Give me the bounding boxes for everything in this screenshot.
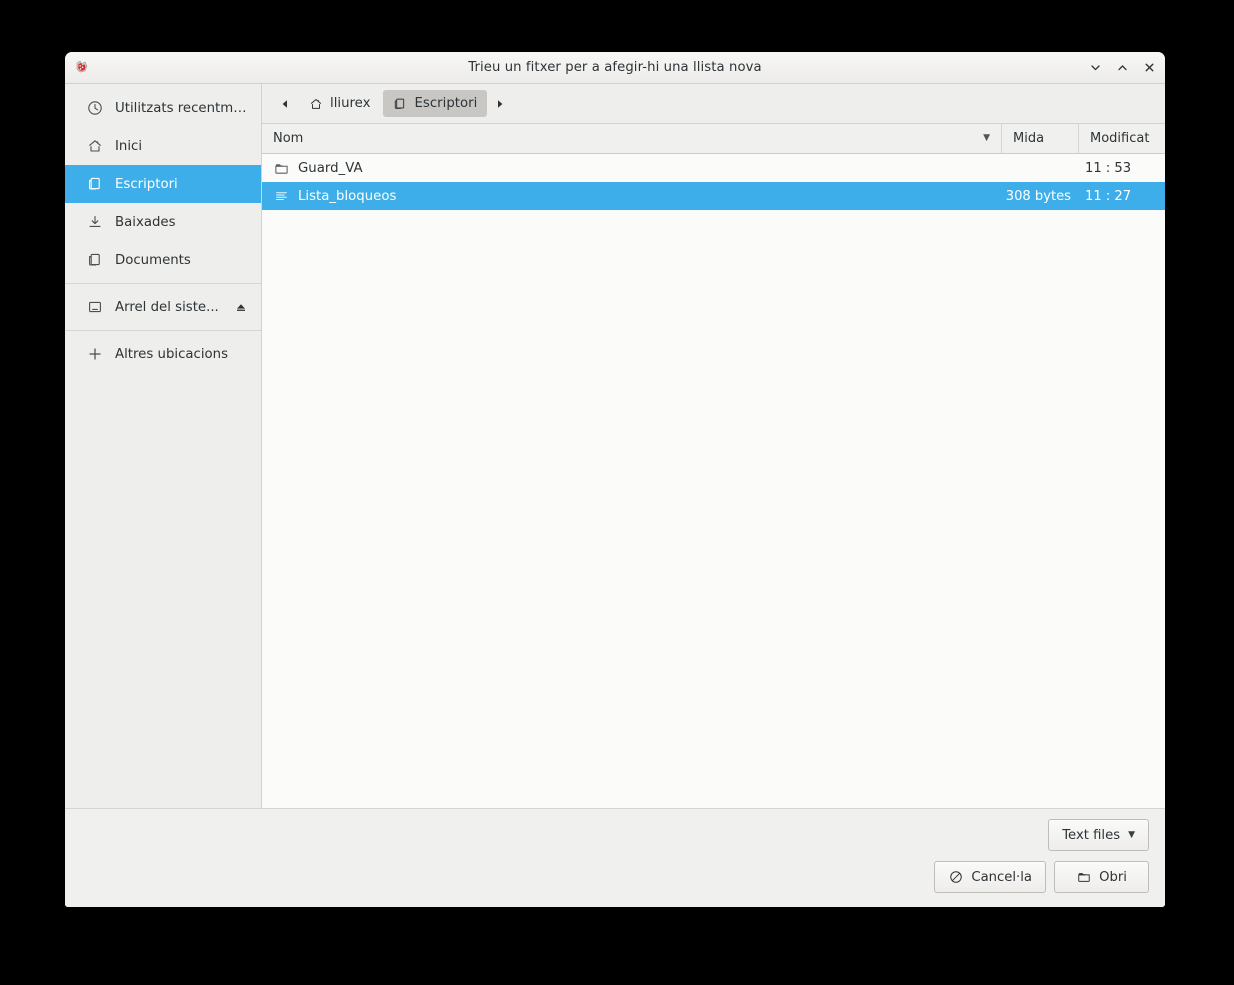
table-row[interactable]: Lista_bloqueos 308 bytes 11 : 27 (262, 182, 1165, 210)
file-name-cell: Guard_VA (262, 160, 1001, 176)
sidebar-item-label: Baixades (115, 214, 176, 230)
column-header-name[interactable]: Nom ▼ (262, 124, 1001, 153)
desktop-icon (86, 176, 103, 193)
minimize-button[interactable] (1087, 60, 1103, 76)
dialog-footer: Text files ▼ Cancel·la Obri (65, 809, 1165, 907)
file-size: 308 bytes (1005, 188, 1071, 204)
filter-row: Text files ▼ (1048, 819, 1149, 851)
file-name: Guard_VA (298, 160, 363, 176)
open-button[interactable]: Obri (1054, 861, 1149, 893)
home-icon (308, 96, 323, 111)
file-modified: 11 : 27 (1085, 188, 1132, 204)
sidebar-item-desktop[interactable]: Escriptori (65, 165, 261, 203)
desktop-icon (393, 96, 408, 111)
file-name: Lista_bloqueos (298, 188, 397, 204)
browser-pane: lliurex Escriptori Nom ▼ Mida Modificat … (262, 84, 1165, 808)
sidebar-item-recent[interactable]: Utilitzats recentment (65, 89, 261, 127)
sidebar-item-system-root[interactable]: Arrel del siste... (65, 288, 261, 326)
table-row[interactable]: Guard_VA 11 : 53 (262, 154, 1165, 182)
places-sidebar: Utilitzats recentment Inici Escriptori B… (65, 84, 262, 808)
sidebar-divider (65, 330, 261, 331)
breadcrumb-item-escriptori[interactable]: Escriptori (382, 90, 488, 117)
sidebar-item-other-locations[interactable]: Altres ubicacions (65, 335, 261, 373)
dialog-body: Utilitzats recentment Inici Escriptori B… (65, 84, 1165, 809)
breadcrumb: lliurex Escriptori (262, 84, 1165, 124)
file-list-header: Nom ▼ Mida Modificat (262, 124, 1165, 154)
open-label: Obri (1099, 869, 1127, 885)
text-file-icon (273, 188, 289, 204)
chevron-down-icon: ▼ (1128, 829, 1135, 840)
plus-icon (86, 346, 103, 363)
sidebar-item-label: Documents (115, 252, 191, 268)
file-name-cell: Lista_bloqueos (262, 188, 1001, 204)
column-header-label: Modificat (1090, 131, 1150, 146)
file-list[interactable]: Guard_VA 11 : 53 Lista_bloqueos 308 byte… (262, 154, 1165, 808)
sidebar-item-downloads[interactable]: Baixades (65, 203, 261, 241)
breadcrumb-label: Escriptori (414, 96, 478, 111)
titlebar: Trieu un fitxer per a afegir-hi una llis… (65, 52, 1165, 84)
path-back-button[interactable] (274, 92, 296, 116)
breadcrumb-label: lliurex (330, 96, 371, 111)
documents-icon (86, 252, 103, 269)
close-button[interactable] (1141, 60, 1157, 76)
sort-descending-icon: ▼ (983, 133, 990, 143)
column-header-modified[interactable]: Modificat (1078, 124, 1165, 153)
sidebar-divider (65, 283, 261, 284)
cancel-label: Cancel·la (971, 869, 1032, 885)
sidebar-item-label: Arrel del siste... (115, 299, 219, 315)
path-forward-button[interactable] (489, 92, 511, 116)
column-header-label: Nom (273, 131, 304, 146)
maximize-button[interactable] (1114, 60, 1130, 76)
column-header-label: Mida (1013, 131, 1045, 146)
sidebar-item-label: Escriptori (115, 176, 178, 192)
filter-label: Text files (1062, 827, 1121, 843)
eject-icon[interactable] (233, 299, 249, 315)
file-type-filter-dropdown[interactable]: Text files ▼ (1048, 819, 1149, 851)
column-header-size[interactable]: Mida (1001, 124, 1078, 153)
window-controls (1087, 60, 1157, 76)
sidebar-item-label: Utilitzats recentment (115, 100, 249, 116)
folder-icon (273, 160, 289, 176)
cancel-button[interactable]: Cancel·la (934, 861, 1046, 893)
home-icon (86, 138, 103, 155)
drive-icon (86, 299, 103, 316)
sidebar-item-label: Altres ubicacions (115, 346, 229, 362)
no-entry-icon (948, 870, 963, 885)
action-row: Cancel·la Obri (934, 861, 1149, 893)
breadcrumb-item-lliurex[interactable]: lliurex (298, 90, 381, 117)
sidebar-item-label: Inici (115, 138, 143, 154)
file-modified: 11 : 53 (1085, 160, 1132, 176)
file-chooser-dialog: Trieu un fitxer per a afegir-hi una llis… (65, 52, 1165, 907)
lliurex-app-icon (73, 59, 91, 77)
download-icon (86, 214, 103, 231)
folder-open-icon (1076, 870, 1091, 885)
clock-icon (86, 100, 103, 117)
sidebar-item-home[interactable]: Inici (65, 127, 261, 165)
window-title: Trieu un fitxer per a afegir-hi una llis… (468, 60, 762, 75)
sidebar-item-documents[interactable]: Documents (65, 241, 261, 279)
